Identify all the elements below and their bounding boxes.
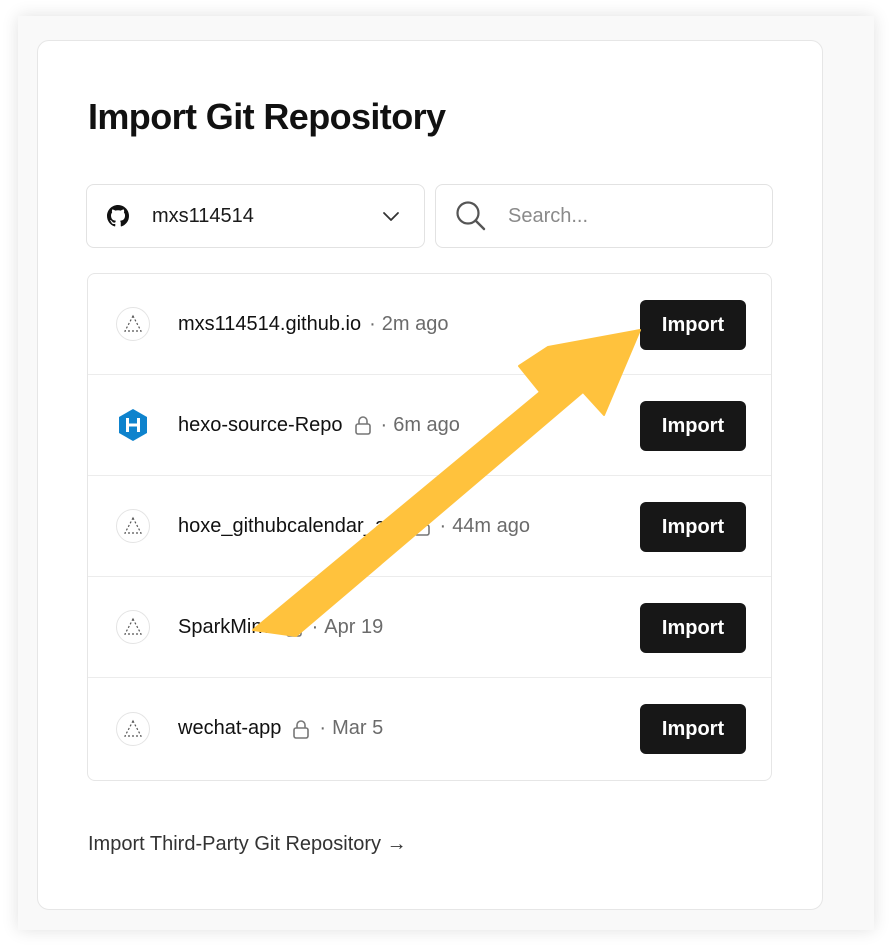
vercel-triangle-icon [116, 711, 150, 746]
vercel-triangle-icon [116, 509, 150, 543]
lock-icon [293, 719, 310, 739]
separator-dot: · [319, 717, 327, 739]
repo-name: hoxe_githubcalendar_api [178, 514, 402, 537]
import-button[interactable]: Import [640, 300, 746, 350]
repo-updated-time: 2m ago [381, 312, 449, 335]
vercel-triangle-icon [116, 307, 150, 341]
import-third-party-link[interactable]: Import Third-Party Git Repository → [88, 833, 407, 856]
import-button[interactable]: Import [640, 502, 746, 552]
separator-dot: · [311, 615, 319, 638]
import-button[interactable]: Import [640, 603, 746, 653]
repo-row: wechat-app · Mar 5 Import [88, 678, 771, 779]
repo-name: hexo-source-Repo [178, 413, 343, 436]
hexo-icon [116, 408, 150, 442]
repo-updated-time: 44m ago [452, 514, 531, 537]
repo-name: SparkMind [178, 615, 274, 638]
import-button[interactable]: Import [640, 401, 746, 451]
repo-updated-time: Mar 5 [332, 717, 384, 739]
repo-row: hexo-source-Repo · 6m ago Import [88, 375, 771, 476]
repo-name: wechat-app [178, 717, 282, 739]
repo-updated-time: 6m ago [393, 413, 460, 436]
vercel-triangle-icon [116, 610, 150, 644]
chevron-down-icon [383, 212, 399, 221]
lock-icon [285, 618, 302, 637]
repo-row: mxs114514.github.io · 2m ago Import [88, 274, 771, 375]
account-name: mxs114514 [152, 204, 254, 227]
repository-list: mxs114514.github.io · 2m ago Import hexo… [87, 273, 772, 781]
separator-dot: · [369, 312, 376, 335]
account-selector[interactable]: mxs114514 [86, 184, 425, 248]
github-icon [107, 205, 129, 227]
search-box[interactable] [435, 184, 773, 248]
import-button[interactable]: Import [640, 704, 746, 754]
separator-dot: · [380, 413, 388, 436]
lock-icon [354, 416, 371, 435]
repo-row: SparkMind · Apr 19 Import [88, 577, 771, 678]
lock-icon [413, 517, 430, 536]
repo-name: mxs114514.github.io [178, 312, 362, 335]
page-title: Import Git Repository [88, 96, 446, 137]
repo-row: hoxe_githubcalendar_api · 44m ago Import [88, 476, 771, 577]
search-icon [456, 201, 486, 231]
separator-dot: · [439, 514, 447, 537]
search-input[interactable] [506, 203, 740, 229]
repo-updated-time: Apr 19 [324, 615, 384, 638]
